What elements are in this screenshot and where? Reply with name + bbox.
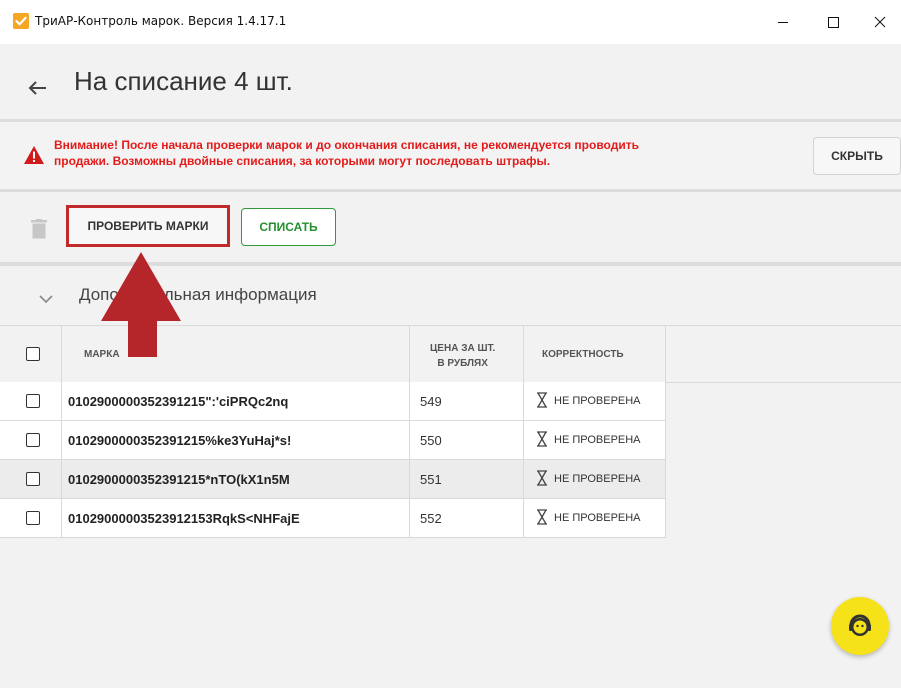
column-header-status[interactable]: КОРРЕКТНОСТЬ <box>542 349 624 360</box>
warning-text-line-1: Внимание! После начала проверки марок и … <box>54 138 639 152</box>
row-checkbox-cell <box>0 460 62 498</box>
trash-icon[interactable] <box>31 219 47 244</box>
warning-banner: Внимание! После начала проверки марок и … <box>0 119 901 192</box>
back-arrow-icon[interactable] <box>28 80 48 101</box>
warning-text: Внимание! После начала проверки марок и … <box>54 137 774 169</box>
row-price-cell: 550 <box>410 421 524 459</box>
page-header: На списание 4 шт. <box>0 44 901 114</box>
table-row[interactable]: 0102900000352391215*nTO(kX1n5M 551 НЕ ПР… <box>0 460 666 499</box>
status-label: НЕ ПРОВЕРЕНА <box>554 473 641 485</box>
select-all-checkbox[interactable] <box>26 347 40 361</box>
row-mark-cell: 0102900000352391215*nTO(kX1n5M <box>62 460 410 498</box>
table-row[interactable]: 01029000003523912153RqkS<NHFajE 552 НЕ П… <box>0 499 666 538</box>
row-status-cell: НЕ ПРОВЕРЕНА <box>524 421 666 459</box>
annotation-arrow-icon <box>101 252 181 357</box>
status-label: НЕ ПРОВЕРЕНА <box>554 512 641 524</box>
mark-code: 01029000003523912153RqkS<NHFajE <box>68 511 300 526</box>
row-mark-cell: 0102900000352391215%ke3YuHaj*s! <box>62 421 410 459</box>
row-checkbox[interactable] <box>26 472 40 486</box>
status-label: НЕ ПРОВЕРЕНА <box>554 434 641 446</box>
chevron-down-icon <box>39 291 53 309</box>
write-off-button[interactable]: СПИСАТЬ <box>241 208 336 246</box>
column-header-price-line-2: В РУБЛЯХ <box>437 358 488 369</box>
status-label: НЕ ПРОВЕРЕНА <box>554 395 641 407</box>
app-check-icon <box>13 13 29 29</box>
price-value: 552 <box>420 511 442 526</box>
warning-text-line-2: продажи. Возможны двойные списания, за к… <box>54 154 551 168</box>
header-price-cell: ЦЕНА ЗА ШТ. В РУБЛЯХ <box>410 326 524 382</box>
hourglass-icon <box>537 392 547 408</box>
row-price-cell: 549 <box>410 382 524 420</box>
maximize-icon[interactable] <box>821 10 845 34</box>
row-price-cell: 551 <box>410 460 524 498</box>
row-checkbox[interactable] <box>26 511 40 525</box>
row-checkbox-cell <box>0 499 62 537</box>
row-mark-cell: 01029000003523912153RqkS<NHFajE <box>62 499 410 537</box>
warning-triangle-icon <box>23 145 45 170</box>
hide-warning-button[interactable]: СКРЫТЬ <box>813 137 901 175</box>
row-status-cell: НЕ ПРОВЕРЕНА <box>524 499 666 537</box>
check-marks-button[interactable]: ПРОВЕРИТЬ МАРКИ <box>66 205 230 247</box>
row-mark-cell: 0102900000352391215":'ciPRQc2nq <box>62 382 410 420</box>
price-value: 551 <box>420 472 442 487</box>
table-row[interactable]: 0102900000352391215%ke3YuHaj*s! 550 НЕ П… <box>0 421 666 460</box>
minimize-icon[interactable] <box>771 10 795 34</box>
price-value: 550 <box>420 433 442 448</box>
hourglass-icon <box>537 509 547 525</box>
header-checkbox-cell <box>0 326 62 382</box>
table-row[interactable]: 0102900000352391215":'ciPRQc2nq 549 НЕ П… <box>0 382 666 421</box>
support-button[interactable] <box>831 597 889 655</box>
mark-code: 0102900000352391215":'ciPRQc2nq <box>68 394 289 409</box>
support-face-icon <box>849 614 871 636</box>
mark-code: 0102900000352391215%ke3YuHaj*s! <box>68 433 292 448</box>
column-header-price[interactable]: ЦЕНА ЗА ШТ. В РУБЛЯХ <box>430 341 495 371</box>
close-icon[interactable] <box>868 10 892 34</box>
row-checkbox[interactable] <box>26 394 40 408</box>
price-value: 549 <box>420 394 442 409</box>
column-header-price-line-1: ЦЕНА ЗА ШТ. <box>430 343 496 354</box>
mark-code: 0102900000352391215*nTO(kX1n5M <box>68 472 290 487</box>
row-checkbox-cell <box>0 421 62 459</box>
row-status-cell: НЕ ПРОВЕРЕНА <box>524 382 666 420</box>
hourglass-icon <box>537 431 547 447</box>
title-bar: ТриАР-Контроль марок. Версия 1.4.17.1 <box>0 0 901 45</box>
window-title: ТриАР-Контроль марок. Версия 1.4.17.1 <box>35 14 287 28</box>
header-status-cell: КОРРЕКТНОСТЬ <box>524 326 666 382</box>
row-price-cell: 552 <box>410 499 524 537</box>
row-status-cell: НЕ ПРОВЕРЕНА <box>524 460 666 498</box>
row-checkbox[interactable] <box>26 433 40 447</box>
row-checkbox-cell <box>0 382 62 420</box>
hourglass-icon <box>537 470 547 486</box>
page-title: На списание 4 шт. <box>74 66 293 96</box>
